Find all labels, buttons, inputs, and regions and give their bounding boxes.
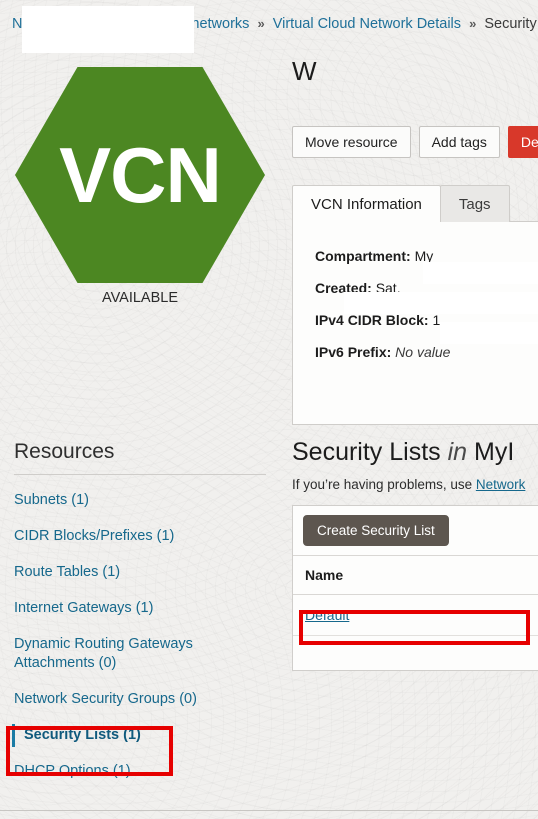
sidebar-item-cidr-blocks[interactable]: CIDR Blocks/Prefixes (1) bbox=[14, 527, 266, 546]
info-row-ipv6-prefix: IPv6 Prefix: No value bbox=[315, 344, 538, 360]
security-lists-table-card: Create Security List Name Default bbox=[292, 505, 538, 671]
security-lists-heading: Security Lists in MyI bbox=[292, 437, 538, 467]
tab-vcn-information[interactable]: VCN Information bbox=[292, 185, 441, 223]
resource-badge-panel: VCN AVAILABLE bbox=[0, 44, 280, 306]
delete-button[interactable]: Dele bbox=[507, 126, 538, 158]
redaction-mask-created bbox=[344, 292, 538, 314]
table-column-header-name: Name bbox=[293, 556, 538, 595]
table-row[interactable]: Default bbox=[293, 595, 538, 636]
table-toolbar: Create Security List bbox=[293, 506, 538, 556]
sidebar-item-subnets[interactable]: Subnets (1) bbox=[14, 491, 266, 510]
resources-heading: Resources bbox=[14, 440, 115, 463]
vcn-hexagon-label: VCN bbox=[59, 130, 222, 219]
table-footer bbox=[293, 636, 538, 670]
security-lists-heading-compartment: MyI bbox=[467, 438, 515, 466]
move-resource-button[interactable]: Move resource bbox=[292, 126, 411, 158]
network-troubleshoot-link[interactable]: Network bbox=[476, 477, 526, 492]
redaction-mask-compartment bbox=[423, 262, 538, 284]
add-tags-button[interactable]: Add tags bbox=[418, 126, 500, 158]
security-lists-subtitle: If you’re having problems, use Network bbox=[292, 477, 538, 492]
resources-panel: Resources Subnets (1) CIDR Blocks/Prefix… bbox=[0, 440, 280, 798]
redaction-mask-cidr bbox=[440, 322, 538, 344]
security-list-link-default[interactable]: Default bbox=[305, 607, 349, 623]
oci-console-page: Networking » Virtual cloud networks » Vi… bbox=[0, 0, 538, 819]
sidebar-item-security-lists[interactable]: Security Lists (1) bbox=[12, 724, 266, 747]
info-label-ipv6-prefix: IPv6 Prefix: bbox=[315, 344, 392, 360]
resource-detail-panel: W Move resource Add tags Dele VCN Inform… bbox=[292, 52, 538, 425]
info-label-ipv4-cidr-block: IPv4 CIDR Block: bbox=[315, 312, 429, 328]
action-button-row: Move resource Add tags Dele bbox=[292, 126, 538, 158]
security-lists-heading-in: in bbox=[447, 438, 468, 466]
resources-divider bbox=[14, 474, 266, 475]
tab-strip: VCN Information Tags bbox=[292, 185, 538, 223]
sidebar-item-route-tables[interactable]: Route Tables (1) bbox=[14, 563, 266, 582]
tab-tags[interactable]: Tags bbox=[439, 185, 510, 222]
vcn-hexagon-icon: VCN bbox=[15, 67, 265, 283]
breadcrumb-separator-icon: » bbox=[469, 16, 477, 31]
security-lists-section: Security Lists in MyI If you’re having p… bbox=[292, 437, 538, 671]
sidebar-item-network-security-groups[interactable]: Network Security Groups (0) bbox=[14, 690, 266, 709]
info-label-compartment: Compartment: bbox=[315, 248, 411, 264]
security-lists-heading-main: Security Lists bbox=[292, 438, 448, 466]
breadcrumb-separator-icon: » bbox=[257, 16, 265, 31]
info-value-ipv6-prefix: No value bbox=[395, 344, 451, 360]
breadcrumb-item-vcn-details[interactable]: Virtual Cloud Network Details bbox=[273, 16, 461, 32]
sidebar-item-dhcp-options[interactable]: DHCP Options (1) bbox=[14, 762, 266, 781]
redaction-mask-title bbox=[22, 6, 194, 53]
sidebar-item-drg-attachments[interactable]: Dynamic Routing Gateways Attachments (0) bbox=[14, 635, 266, 673]
create-security-list-button[interactable]: Create Security List bbox=[303, 515, 449, 546]
page-bottom-divider bbox=[0, 810, 538, 811]
security-lists-subtitle-text: If you’re having problems, use bbox=[292, 477, 476, 492]
sidebar-item-internet-gateways[interactable]: Internet Gateways (1) bbox=[14, 599, 266, 618]
breadcrumb-item-security-lists: Security Lists bbox=[484, 16, 538, 32]
vcn-hexagon-wrapper: VCN bbox=[0, 44, 280, 306]
resources-list: Subnets (1) CIDR Blocks/Prefixes (1) Rou… bbox=[0, 491, 280, 781]
page-title: W bbox=[292, 56, 317, 86]
